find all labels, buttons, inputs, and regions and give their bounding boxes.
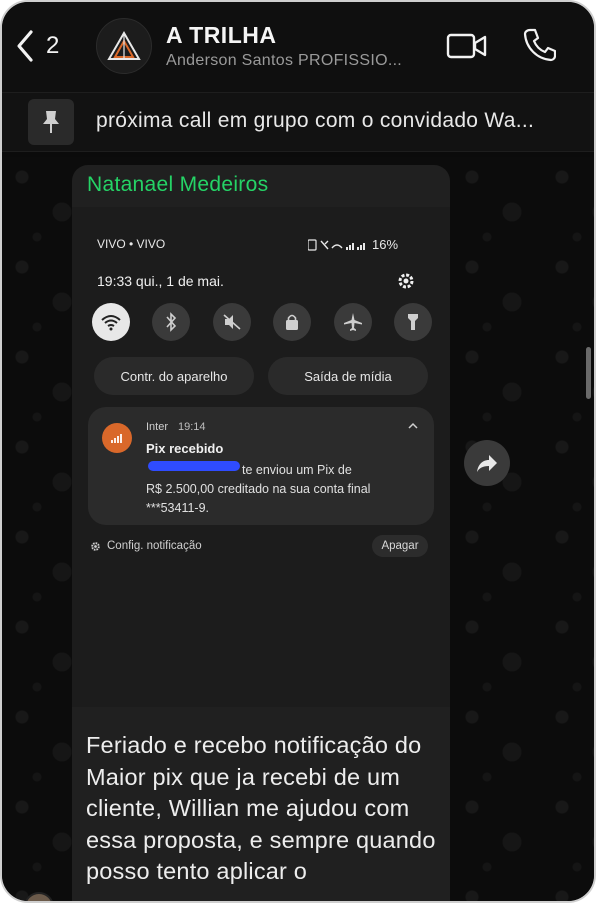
video-camera-icon bbox=[446, 33, 487, 59]
status-icons: 16% bbox=[308, 237, 398, 252]
chevron-up-icon bbox=[408, 422, 418, 429]
qs-sound bbox=[212, 303, 251, 341]
unread-count: 2 bbox=[46, 32, 60, 59]
media-output-pill: Saída de mídia bbox=[268, 357, 428, 395]
quick-settings-row bbox=[92, 303, 432, 343]
notification-line-2: R$ 2.500,00 creditado na sua conta final bbox=[146, 482, 371, 496]
pinned-message-bar[interactable]: próxima call em grupo com o convidado Wa… bbox=[2, 92, 594, 152]
carrier-label: VIVO • VIVO bbox=[97, 237, 166, 251]
video-call-button[interactable] bbox=[446, 30, 488, 62]
chat-header: 2 A TRILHA Anderson Santos PROFISSIO... bbox=[2, 2, 594, 92]
qs-rotation-lock bbox=[273, 303, 312, 341]
sender-name[interactable]: Natanael Medeiros bbox=[87, 173, 268, 197]
config-label: Config. notificação bbox=[107, 540, 202, 552]
pinned-message-text: próxima call em grupo com o convidado Wa… bbox=[96, 109, 535, 132]
inter-logo-icon bbox=[111, 434, 122, 443]
forward-button[interactable] bbox=[464, 440, 510, 486]
notification-time: 19:14 bbox=[178, 421, 206, 433]
message-bubble[interactable]: Natanael Medeiros VIVO • VIVO 16% 19:33 … bbox=[72, 165, 450, 901]
wifi-icon bbox=[101, 315, 121, 331]
voice-call-button[interactable] bbox=[522, 26, 557, 62]
triangle-logo-icon bbox=[107, 31, 141, 60]
group-avatar[interactable] bbox=[96, 18, 152, 74]
forward-arrow-icon bbox=[477, 455, 497, 472]
attached-image[interactable]: VIVO • VIVO 16% 19:33 qui., 1 de mai. Co… bbox=[72, 207, 450, 707]
bluetooth-icon bbox=[166, 312, 177, 332]
qs-wifi bbox=[92, 303, 130, 341]
signal-icons bbox=[308, 238, 365, 251]
scrollbar[interactable] bbox=[586, 347, 591, 399]
notification-line-3: ***53411-9. bbox=[146, 501, 210, 515]
airplane-icon bbox=[343, 313, 362, 331]
notification-title: Pix recebido bbox=[146, 441, 224, 456]
pix-notification: Inter 19:14 Pix recebido te enviou um Pi… bbox=[88, 407, 434, 525]
phone-icon bbox=[523, 28, 557, 62]
pin-icon bbox=[43, 111, 59, 133]
battery-level: 16% bbox=[372, 237, 399, 252]
lock-icon bbox=[286, 314, 299, 330]
flashlight-icon bbox=[407, 314, 418, 330]
mute-icon bbox=[223, 314, 241, 330]
qs-flashlight bbox=[393, 303, 432, 341]
inter-app-icon bbox=[102, 423, 132, 453]
settings-small-icon bbox=[91, 541, 100, 551]
qs-airplane bbox=[333, 303, 372, 341]
phone-frame: 2 A TRILHA Anderson Santos PROFISSIO... bbox=[0, 0, 596, 903]
group-subtitle[interactable]: Anderson Santos PROFISSIO... bbox=[166, 52, 428, 70]
qs-bluetooth bbox=[152, 303, 191, 341]
chevron-left-icon bbox=[17, 30, 33, 62]
time-date: 19:33 qui., 1 de mai. bbox=[97, 273, 224, 289]
group-title[interactable]: A TRILHA bbox=[166, 22, 276, 49]
redaction-scribble bbox=[148, 461, 240, 471]
message-caption: Feriado e recebo notificação do Maior pi… bbox=[86, 732, 436, 884]
notification-app-name: Inter bbox=[146, 421, 169, 433]
pin-thumbnail bbox=[28, 99, 74, 145]
device-control-pill: Contr. do aparelho bbox=[94, 357, 254, 395]
clear-notifications-button: Apagar bbox=[372, 535, 428, 557]
notification-config: Config. notificação bbox=[90, 540, 202, 552]
gear-icon bbox=[398, 273, 414, 289]
back-button[interactable]: 2 bbox=[14, 24, 74, 68]
